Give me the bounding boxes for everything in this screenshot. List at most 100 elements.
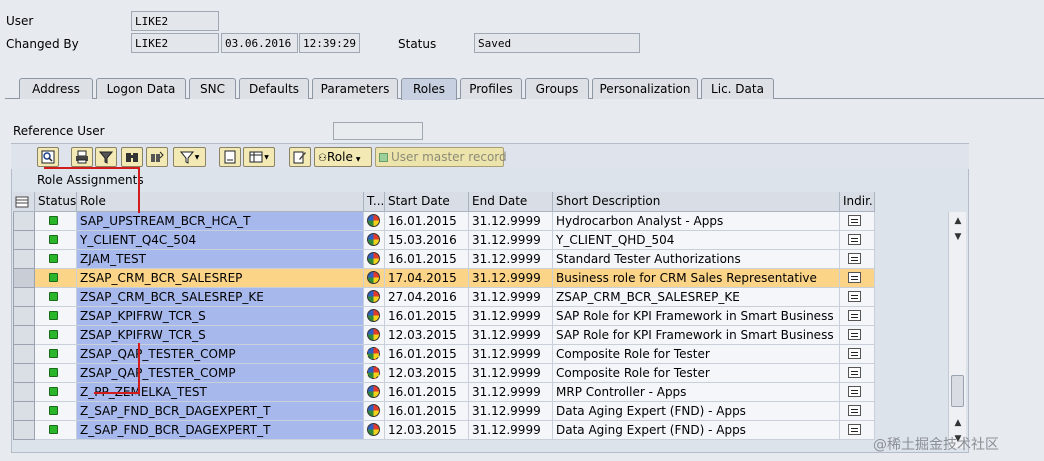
- details-magnifier-icon[interactable]: [37, 147, 59, 167]
- end-date-cell[interactable]: 31.12.9999: [469, 383, 553, 402]
- indirect-cell[interactable]: [840, 250, 875, 269]
- user-field[interactable]: LIKE2: [131, 11, 219, 31]
- column-header-indirect[interactable]: Indir...: [840, 192, 875, 212]
- tab-logon-data[interactable]: Logon Data: [96, 78, 186, 99]
- start-date-cell[interactable]: 12.03.2015: [385, 326, 469, 345]
- indirect-details-icon[interactable]: [848, 272, 861, 283]
- end-date-cell[interactable]: 31.12.9999: [469, 326, 553, 345]
- tab-personalization[interactable]: Personalization: [592, 78, 698, 99]
- tab-address[interactable]: Address: [19, 78, 93, 99]
- indirect-details-icon[interactable]: [848, 348, 861, 359]
- start-date-cell[interactable]: 16.01.2015: [385, 402, 469, 421]
- table-row[interactable]: ZSAP_QAP_TESTER_COMP 12.03.2015 31.12.9999…: [13, 364, 875, 383]
- table-row[interactable]: ZSAP_QAP_TESTER_COMP 16.01.2015 31.12.9999…: [13, 345, 875, 364]
- scroll-down-icon[interactable]: ▼: [950, 230, 966, 244]
- role-cell[interactable]: ZSAP_QAP_TESTER_COMP: [77, 345, 364, 364]
- start-date-cell[interactable]: 16.01.2015: [385, 383, 469, 402]
- export-document-icon[interactable]: [219, 147, 241, 167]
- role-cell[interactable]: SAP_UPSTREAM_BCR_HCA_T: [77, 212, 364, 231]
- end-date-cell[interactable]: 31.12.9999: [469, 364, 553, 383]
- filter-dropdown-icon[interactable]: ▼: [173, 147, 206, 167]
- row-selector[interactable]: [13, 250, 35, 269]
- row-selector[interactable]: [13, 345, 35, 364]
- table-row[interactable]: SAP_UPSTREAM_BCR_HCA_T 16.01.2015 31.12.99…: [13, 212, 875, 231]
- role-cell[interactable]: ZSAP_KPIFRW_TCR_S: [77, 307, 364, 326]
- column-header-short-description[interactable]: Short Description: [553, 192, 840, 212]
- table-row[interactable]: Z_SAP_FND_BCR_DAGEXPERT_T 16.01.2015 31.12…: [13, 402, 875, 421]
- table-row[interactable]: Z_SAP_FND_BCR_DAGEXPERT_T 12.03.2015 31.12…: [13, 421, 875, 440]
- role-cell[interactable]: ZSAP_CRM_BCR_SALESREP: [77, 269, 364, 288]
- end-date-cell[interactable]: 31.12.9999: [469, 345, 553, 364]
- user-master-record-button[interactable]: User master record: [375, 147, 507, 167]
- tab-defaults[interactable]: Defaults: [239, 78, 309, 99]
- indirect-details-icon[interactable]: [848, 215, 861, 226]
- start-date-cell[interactable]: 16.01.2015: [385, 345, 469, 364]
- select-all-icon[interactable]: [13, 192, 35, 212]
- indirect-cell[interactable]: [840, 421, 875, 440]
- column-header-role[interactable]: Role: [77, 192, 364, 212]
- edit-notes-icon[interactable]: [289, 147, 311, 167]
- start-date-cell[interactable]: 27.04.2016: [385, 288, 469, 307]
- row-selector[interactable]: [13, 307, 35, 326]
- indirect-details-icon[interactable]: [848, 424, 861, 435]
- print-icon[interactable]: [71, 147, 93, 167]
- indirect-details-icon[interactable]: [848, 367, 861, 378]
- start-date-cell[interactable]: 12.03.2015: [385, 421, 469, 440]
- tab-lic-data[interactable]: Lic. Data: [701, 78, 774, 99]
- end-date-cell[interactable]: 31.12.9999: [469, 402, 553, 421]
- start-date-cell[interactable]: 15.03.2016: [385, 231, 469, 250]
- start-date-cell[interactable]: 16.01.2015: [385, 307, 469, 326]
- role-cell[interactable]: ZSAP_QAP_TESTER_COMP: [77, 364, 364, 383]
- column-header-status[interactable]: Status: [35, 192, 77, 212]
- indirect-details-icon[interactable]: [848, 291, 861, 302]
- column-header-end-date[interactable]: End Date: [469, 192, 553, 212]
- table-row[interactable]: ZSAP_CRM_BCR_SALESREP 17.04.2015 31.12.999…: [13, 269, 875, 288]
- indirect-cell[interactable]: [840, 269, 875, 288]
- start-date-cell[interactable]: 17.04.2015: [385, 269, 469, 288]
- role-cell[interactable]: ZSAP_CRM_BCR_SALESREP_KE: [77, 288, 364, 307]
- row-selector[interactable]: [13, 269, 35, 288]
- row-selector[interactable]: [13, 421, 35, 440]
- start-date-cell[interactable]: 16.01.2015: [385, 250, 469, 269]
- indirect-cell[interactable]: [840, 288, 875, 307]
- indirect-cell[interactable]: [840, 326, 875, 345]
- tab-roles[interactable]: Roles: [401, 78, 457, 100]
- indirect-cell[interactable]: [840, 383, 875, 402]
- start-date-cell[interactable]: 12.03.2015: [385, 364, 469, 383]
- find-binoculars-icon[interactable]: [121, 147, 143, 167]
- tab-profiles[interactable]: Profiles: [460, 78, 522, 99]
- role-cell[interactable]: Z_SAP_FND_BCR_DAGEXPERT_T: [77, 421, 364, 440]
- find-next-icon[interactable]: [146, 147, 168, 167]
- indirect-details-icon[interactable]: [848, 386, 861, 397]
- scroll-thumb[interactable]: [951, 375, 964, 407]
- role-cell[interactable]: ZJAM_TEST: [77, 250, 364, 269]
- role-dropdown-button[interactable]: ⚇Role ▼: [314, 147, 372, 167]
- role-cell[interactable]: ZSAP_KPIFRW_TCR_S: [77, 326, 364, 345]
- table-row[interactable]: Y_CLIENT_Q4C_504 15.03.2016 31.12.9999 Y_CL…: [13, 231, 875, 250]
- end-date-cell[interactable]: 31.12.9999: [469, 250, 553, 269]
- column-header-type[interactable]: T...: [364, 192, 385, 212]
- row-selector[interactable]: [13, 402, 35, 421]
- indirect-details-icon[interactable]: [848, 253, 861, 264]
- vertical-scrollbar[interactable]: ▲ ▼ ▲ ▼: [948, 212, 966, 448]
- row-selector[interactable]: [13, 212, 35, 231]
- end-date-cell[interactable]: 31.12.9999: [469, 269, 553, 288]
- table-row[interactable]: ZJAM_TEST 16.01.2015 31.12.9999 Standard Te…: [13, 250, 875, 269]
- indirect-cell[interactable]: [840, 364, 875, 383]
- indirect-cell[interactable]: [840, 307, 875, 326]
- end-date-cell[interactable]: 31.12.9999: [469, 231, 553, 250]
- indirect-cell[interactable]: [840, 231, 875, 250]
- indirect-details-icon[interactable]: [848, 405, 861, 416]
- role-cell[interactable]: Z_SAP_FND_BCR_DAGEXPERT_T: [77, 402, 364, 421]
- row-selector[interactable]: [13, 364, 35, 383]
- row-selector[interactable]: [13, 326, 35, 345]
- row-selector[interactable]: [13, 288, 35, 307]
- scroll-up-icon[interactable]: ▲: [950, 214, 966, 228]
- reference-user-input[interactable]: [333, 122, 423, 140]
- indirect-cell[interactable]: [840, 212, 875, 231]
- indirect-details-icon[interactable]: [848, 310, 861, 321]
- column-header-start-date[interactable]: Start Date: [385, 192, 469, 212]
- tab-groups[interactable]: Groups: [525, 78, 589, 99]
- row-selector[interactable]: [13, 383, 35, 402]
- table-row[interactable]: ZSAP_CRM_BCR_SALESREP_KE 27.04.2016 31.12.…: [13, 288, 875, 307]
